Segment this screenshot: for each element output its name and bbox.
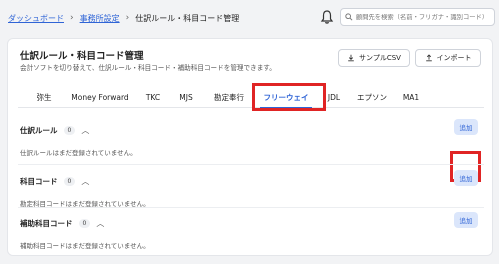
divider <box>18 164 484 165</box>
chevron-up-icon[interactable]: ︿ <box>81 176 89 187</box>
section-title: 補助科目コード <box>20 219 73 228</box>
section-journal-rules: 仕訳ルール 0 ︿ 仕訳ルールはまだ登録されていません。 追加 <box>20 119 484 157</box>
tab-highlight-box <box>252 83 326 111</box>
tab-tkc[interactable]: TKC <box>142 86 164 108</box>
breadcrumb-separator: › <box>125 13 130 23</box>
tab-ma1[interactable]: MA1 <box>400 86 422 108</box>
chevron-up-icon[interactable]: ︿ <box>81 125 89 136</box>
add-account-code-button[interactable]: 追加 <box>454 170 478 186</box>
divider <box>18 207 484 208</box>
breadcrumb-office-settings[interactable]: 事務所設定 <box>80 13 120 24</box>
search-box[interactable] <box>340 8 495 26</box>
section-title: 仕訳ルール <box>20 126 58 135</box>
count-badge: 0 <box>63 126 76 135</box>
sample-csv-button[interactable]: サンプルCSV <box>338 49 410 67</box>
upload-icon <box>425 54 432 62</box>
add-journal-rule-button[interactable]: 追加 <box>454 119 478 135</box>
section-title: 科目コード <box>20 177 58 186</box>
tab-yayoi[interactable]: 弥生 <box>32 86 56 108</box>
download-icon <box>348 54 354 62</box>
search-icon <box>345 13 353 21</box>
tab-money-forward[interactable]: Money Forward <box>68 86 132 108</box>
breadcrumb-separator: › <box>70 13 74 23</box>
chevron-up-icon[interactable]: ︿ <box>96 218 104 229</box>
import-label: インポート <box>436 54 472 62</box>
sample-csv-label: サンプルCSV <box>359 54 401 62</box>
breadcrumb-dashboard[interactable]: ダッシュボード <box>8 13 64 24</box>
tab-jdl[interactable]: JDL <box>324 86 344 108</box>
empty-message: 仕訳ルールはまだ登録されていません。 <box>20 149 137 157</box>
section-sub-account-codes: 補助科目コード 0 ︿ 補助科目コードはまだ登録されていません。 追加 <box>20 212 484 250</box>
tab-mjs[interactable]: MJS <box>174 86 198 108</box>
add-sub-account-code-button[interactable]: 追加 <box>454 212 478 228</box>
section-account-codes: 科目コード 0 ︿ 勘定科目コードはまだ登録されていません。 追加 <box>20 170 484 208</box>
breadcrumb: ダッシュボード › 事務所設定 › 仕訳ルール・科目コード管理 <box>8 13 239 24</box>
page-subtitle: 会計ソフトを切り替えて、仕訳ルール・科目コード・補助科目コードを管理できます。 <box>20 64 276 72</box>
count-badge: 0 <box>78 219 91 228</box>
search-input[interactable] <box>355 13 494 21</box>
top-bar: ダッシュボード › 事務所設定 › 仕訳ルール・科目コード管理 <box>0 0 499 36</box>
main-card: 仕訳ルール・科目コード管理 会計ソフトを切り替えて、仕訳ルール・科目コード・補助… <box>7 38 493 256</box>
count-badge: 0 <box>63 177 76 186</box>
page-title: 仕訳ルール・科目コード管理 <box>20 51 144 62</box>
import-button[interactable]: インポート <box>415 49 481 67</box>
software-tabs: 弥生 Money Forward TKC MJS 勘定奉行 フリーウェイ JDL… <box>18 86 484 109</box>
breadcrumb-current: 仕訳ルール・科目コード管理 <box>135 13 240 23</box>
bell-icon[interactable] <box>320 9 334 25</box>
empty-message: 補助科目コードはまだ登録されていません。 <box>20 242 150 250</box>
tab-kanjo-bugyo[interactable]: 勘定奉行 <box>208 86 250 108</box>
tab-epson[interactable]: エプソン <box>354 86 390 108</box>
